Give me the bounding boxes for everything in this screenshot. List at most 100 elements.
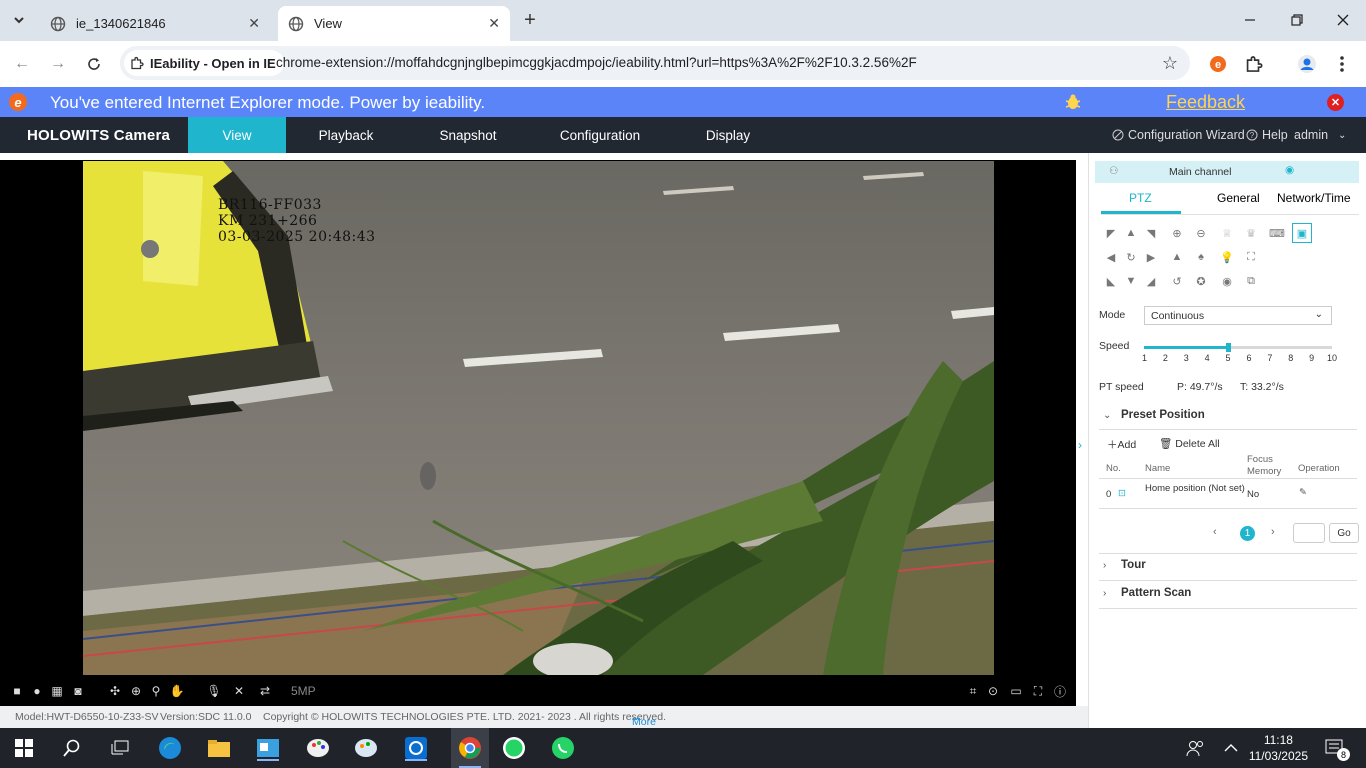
tab-general[interactable]: General bbox=[1217, 191, 1260, 205]
stream-switch-icon[interactable]: ⇄ bbox=[258, 684, 272, 698]
new-tab-button[interactable]: + bbox=[518, 8, 542, 32]
zoom-in-icon[interactable]: ⊕ bbox=[1167, 223, 1187, 243]
reload-icon[interactable] bbox=[81, 51, 107, 77]
go-button[interactable]: Go bbox=[1329, 523, 1359, 543]
ptz-reset-icon[interactable]: ↻ bbox=[1121, 247, 1141, 267]
mirror-icon[interactable]: ⧉ bbox=[1241, 271, 1261, 291]
delete-all-button[interactable]: 🗑 Delete All bbox=[1159, 437, 1220, 450]
forward-icon[interactable]: → bbox=[45, 51, 71, 77]
close-banner-icon[interactable]: ✕ bbox=[1327, 94, 1344, 111]
next-page-icon[interactable]: › bbox=[1271, 526, 1275, 538]
ieability-chip[interactable]: IEability - Open in IE bbox=[124, 50, 284, 76]
live-video[interactable]: BR116-FF033 KM 231+266 03-03-2025 20:48:… bbox=[83, 161, 994, 675]
close-window-icon[interactable] bbox=[1331, 8, 1355, 32]
browser-tab-active[interactable]: View ✕ bbox=[278, 6, 510, 41]
ptz-down-left-icon[interactable]: ◣ bbox=[1101, 271, 1121, 291]
eye-icon[interactable]: ◉ bbox=[1285, 164, 1294, 176]
notifications-icon[interactable]: 8 bbox=[1322, 735, 1350, 761]
more-link[interactable]: More ⌄ bbox=[632, 711, 656, 728]
profile-icon[interactable] bbox=[1296, 53, 1318, 75]
chrome-icon[interactable] bbox=[451, 728, 489, 768]
speaker-mute-icon[interactable]: ✕ bbox=[232, 684, 246, 698]
preset-position-header[interactable]: ⌄ Preset Position bbox=[1099, 409, 1357, 425]
address-bar[interactable]: IEability - Open in IE chrome-extension:… bbox=[120, 46, 1190, 80]
iris-icon[interactable]: ▲ bbox=[1167, 247, 1187, 267]
mode-select[interactable]: Continuous ⌄ bbox=[1144, 306, 1332, 325]
target-icon[interactable]: ◉ bbox=[1217, 271, 1237, 291]
paint-3d-icon[interactable] bbox=[353, 735, 379, 761]
ieability-extension-icon[interactable]: e bbox=[1207, 53, 1229, 75]
paint-icon[interactable] bbox=[305, 735, 331, 761]
record-icon[interactable]: ● bbox=[30, 684, 44, 698]
stop-icon[interactable]: ■ bbox=[10, 684, 24, 698]
tab-ptz[interactable]: PTZ bbox=[1129, 191, 1152, 205]
nav-view[interactable]: View bbox=[188, 117, 286, 153]
light-icon[interactable]: 💡 bbox=[1217, 247, 1237, 267]
add-preset-button[interactable]: ＋Add bbox=[1107, 437, 1136, 452]
task-view-icon[interactable] bbox=[107, 735, 133, 761]
menu-kebab-icon[interactable] bbox=[1331, 53, 1353, 75]
ptz-right-icon[interactable]: ▶ bbox=[1141, 247, 1161, 267]
focus-near-icon[interactable]: ♕ bbox=[1217, 223, 1237, 243]
collapse-panel-icon[interactable]: › bbox=[1078, 438, 1082, 452]
configuration-wizard-link[interactable]: Configuration Wizard bbox=[1112, 128, 1245, 142]
mic-mute-icon[interactable]: 🎙 bbox=[206, 684, 221, 698]
edge-icon[interactable] bbox=[157, 735, 183, 761]
ptz-up-right-icon[interactable]: ◥ bbox=[1141, 223, 1161, 243]
extensions-icon[interactable] bbox=[1243, 53, 1265, 75]
screen-control-icon[interactable]: ▣ bbox=[1292, 223, 1312, 243]
search-icon[interactable] bbox=[59, 735, 85, 761]
nav-configuration[interactable]: Configuration bbox=[550, 117, 650, 153]
feedback-link[interactable]: Feedback bbox=[1166, 92, 1245, 113]
ptz-icon[interactable]: ✣ bbox=[108, 684, 122, 698]
speed-slider[interactable] bbox=[1144, 343, 1332, 352]
hand-icon[interactable]: ✋ bbox=[170, 684, 185, 698]
help-link[interactable]: ? Help bbox=[1246, 128, 1288, 142]
snapshot-icon[interactable]: ◙ bbox=[71, 684, 85, 698]
restore-icon[interactable] bbox=[1285, 8, 1309, 32]
ptz-up-icon[interactable]: ▲ bbox=[1121, 223, 1141, 243]
file-explorer-icon[interactable] bbox=[206, 735, 232, 761]
crop-icon[interactable]: ⌗ bbox=[966, 684, 980, 698]
close-icon[interactable]: ✕ bbox=[488, 15, 500, 32]
minimize-icon[interactable] bbox=[1238, 8, 1262, 32]
windows-start-icon[interactable] bbox=[11, 735, 37, 761]
zoom-icon[interactable]: ⊙ bbox=[986, 684, 1000, 698]
ptz-down-icon[interactable]: ▼ bbox=[1121, 271, 1141, 291]
ptz-up-left-icon[interactable]: ◤ bbox=[1101, 223, 1121, 243]
people-icon[interactable] bbox=[1182, 735, 1208, 761]
whatsapp-desktop-icon[interactable] bbox=[550, 735, 576, 761]
browser-tab[interactable]: ie_1340621846 ✕ bbox=[40, 6, 270, 41]
nav-snapshot[interactable]: Snapshot bbox=[418, 117, 518, 153]
speed-slider-thumb[interactable] bbox=[1225, 343, 1231, 352]
bug-icon[interactable] bbox=[1064, 93, 1082, 111]
edit-icon[interactable]: ✎ bbox=[1299, 487, 1307, 498]
fullscreen-icon[interactable]: ⛶ bbox=[1031, 684, 1045, 698]
clock[interactable]: 11:18 11/03/2025 bbox=[1249, 732, 1308, 764]
crosshair-icon[interactable]: ⊕ bbox=[129, 684, 143, 698]
tab-network-time[interactable]: Network/Time bbox=[1277, 191, 1351, 205]
remote-app-icon[interactable] bbox=[403, 735, 429, 761]
app-window-icon[interactable] bbox=[255, 735, 281, 761]
bookmark-star-icon[interactable]: ☆ bbox=[1162, 53, 1178, 74]
auto-focus-icon[interactable]: ⛶ bbox=[1241, 247, 1261, 267]
ptz-down-right-icon[interactable]: ◢ bbox=[1141, 271, 1161, 291]
close-icon[interactable]: ✕ bbox=[248, 15, 260, 32]
back-icon[interactable]: ← bbox=[9, 51, 35, 77]
wiper-icon[interactable]: ♠ bbox=[1191, 247, 1211, 267]
focus-far-icon[interactable]: ♛ bbox=[1241, 223, 1261, 243]
zoom-out-icon[interactable]: ⊖ bbox=[1191, 223, 1211, 243]
fit-window-icon[interactable]: ▭ bbox=[1009, 684, 1023, 698]
prev-page-icon[interactable]: ‹ bbox=[1213, 526, 1217, 538]
lens-init-icon[interactable]: ✪ bbox=[1191, 271, 1211, 291]
pin-icon[interactable]: ⚲ bbox=[149, 684, 163, 698]
nav-display[interactable]: Display bbox=[678, 117, 778, 153]
tour-header[interactable]: › Tour bbox=[1099, 559, 1357, 575]
tab-search-button[interactable] bbox=[6, 8, 32, 32]
keyboard-icon[interactable]: ⌨ bbox=[1267, 223, 1287, 243]
page-number-input[interactable] bbox=[1293, 523, 1325, 543]
grid-icon[interactable]: ▦ bbox=[50, 684, 64, 698]
whatsapp-icon[interactable] bbox=[501, 735, 527, 761]
ptz-left-icon[interactable]: ◀ bbox=[1101, 247, 1121, 267]
cruise-icon[interactable]: ↺ bbox=[1167, 271, 1187, 291]
